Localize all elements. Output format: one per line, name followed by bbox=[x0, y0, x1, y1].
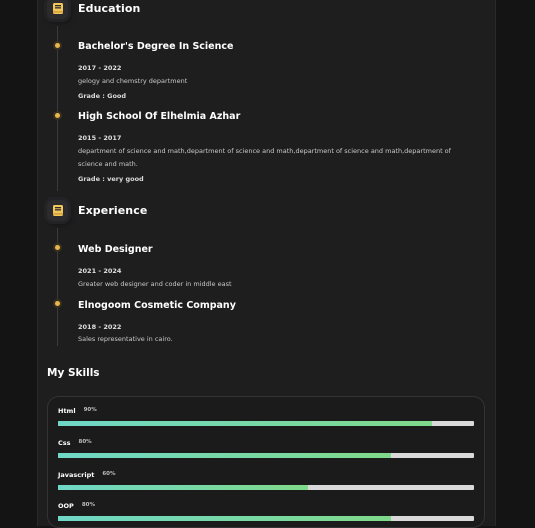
skill-css: Css 80% bbox=[58, 439, 474, 458]
skill-percent: 90% bbox=[83, 407, 97, 413]
experience-header: Experience bbox=[47, 200, 147, 221]
skill-progress-track bbox=[58, 453, 474, 458]
experience-item-description: Sales representative in cairo. bbox=[78, 335, 173, 343]
skill-progress-fill bbox=[58, 453, 391, 458]
timeline-dot bbox=[55, 245, 60, 250]
skill-javascript: Javascript 60% bbox=[58, 471, 474, 490]
skill-progress-track bbox=[58, 516, 474, 521]
education-item-description: department of science and math,departmen… bbox=[78, 147, 451, 168]
timeline-dot bbox=[55, 43, 60, 48]
skill-name: OOP bbox=[58, 502, 74, 510]
skill-oop: OOP 80% bbox=[58, 502, 474, 521]
skill-progress-fill bbox=[58, 516, 391, 521]
education-title: Education bbox=[78, 2, 141, 15]
skills-panel: Html 90% Css 80% Javascript 60% OOP 80% bbox=[47, 396, 485, 528]
timeline-dot bbox=[55, 113, 60, 118]
skill-progress-track bbox=[58, 421, 474, 426]
experience-item-description: Greater web designer and coder in middle… bbox=[78, 280, 232, 288]
experience-item-title: Elnogoom Cosmetic Company bbox=[78, 300, 236, 311]
experience-item-years: 2018 - 2022 bbox=[78, 323, 122, 331]
education-timeline-rail bbox=[57, 26, 58, 191]
education-item-years: 2017 - 2022 bbox=[78, 64, 122, 72]
skills-title: My Skills bbox=[47, 367, 100, 379]
experience-item-title: Web Designer bbox=[78, 244, 153, 255]
timeline-dot bbox=[55, 301, 60, 306]
education-item-title: High School Of Elhelmia Azhar bbox=[78, 111, 241, 122]
skill-progress-fill bbox=[58, 421, 433, 426]
skill-percent: 80% bbox=[78, 439, 92, 445]
education-item-grade: Grade : very good bbox=[78, 175, 144, 183]
book-icon bbox=[47, 200, 68, 221]
skill-percent: 60% bbox=[102, 471, 116, 477]
skill-name: Javascript bbox=[58, 471, 95, 479]
skill-name: Css bbox=[58, 439, 71, 447]
skill-progress-fill bbox=[58, 485, 308, 490]
skill-html: Html 90% bbox=[58, 407, 474, 426]
experience-item-years: 2021 - 2024 bbox=[78, 267, 122, 275]
education-item-years: 2015 - 2017 bbox=[78, 134, 122, 142]
skill-progress-track bbox=[58, 485, 474, 490]
education-header: Education bbox=[47, 0, 140, 19]
education-item-title: Bachelor's Degree In Science bbox=[78, 41, 234, 52]
experience-title: Experience bbox=[78, 204, 148, 217]
skill-name: Html bbox=[58, 407, 76, 415]
book-icon bbox=[47, 0, 68, 19]
education-item-description: gelogy and chemstry department bbox=[78, 77, 188, 85]
skill-percent: 80% bbox=[81, 502, 95, 508]
education-item-grade: Grade : Good bbox=[78, 92, 127, 100]
